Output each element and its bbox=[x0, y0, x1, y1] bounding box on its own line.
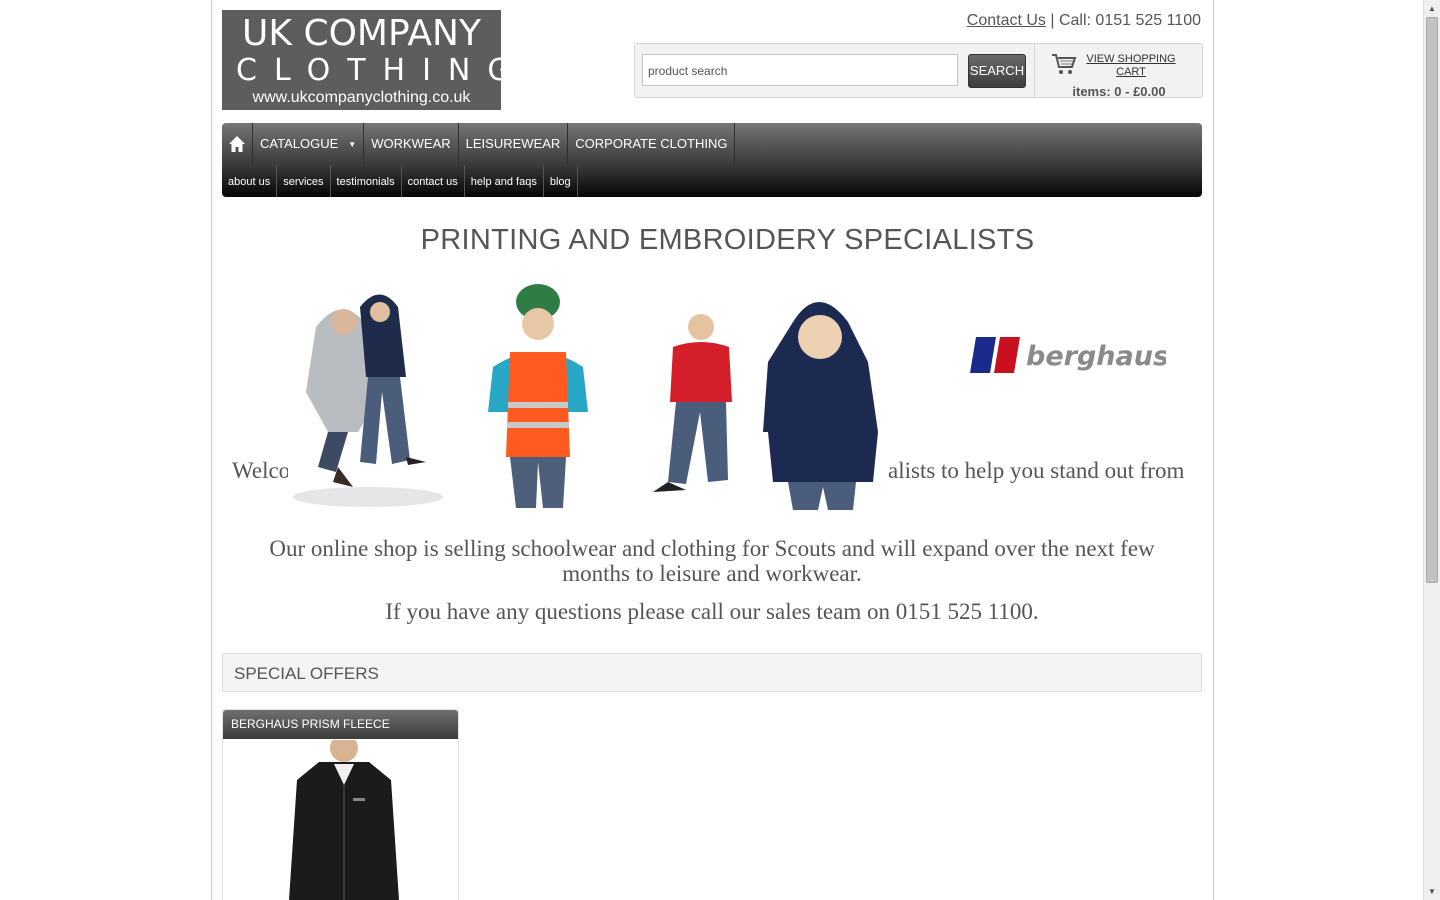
shopping-cart: VIEW SHOPPING CART items: 0 - £0.00 bbox=[1034, 44, 1203, 99]
product-title[interactable]: BERGHAUS PRISM FLEECE bbox=[223, 710, 458, 739]
nav-item-leisurewear[interactable]: LEISUREWEAR bbox=[459, 123, 569, 165]
welcome-text-right: alists to help you stand out from bbox=[888, 458, 1185, 483]
subnav-item-services[interactable]: services bbox=[277, 165, 331, 197]
search-button[interactable]: SEARCH bbox=[968, 54, 1026, 88]
berghaus-logo[interactable]: berghaus bbox=[966, 333, 1166, 377]
page-scrollbar[interactable]: ▲ ▼ bbox=[1423, 0, 1440, 900]
header-contact: Contact Us | Call: 0151 525 1100 bbox=[967, 12, 1201, 30]
scrollbar-thumb[interactable] bbox=[1426, 17, 1438, 583]
nav-item-catalogue[interactable]: CATALOGUE ▼ bbox=[253, 123, 365, 165]
welcome-text-left: Welco bbox=[232, 458, 291, 483]
sub-nav: about us services testimonials contact u… bbox=[222, 165, 1202, 197]
page-container: UK COMPANY CLOTHING www.ukcompanyclothin… bbox=[211, 0, 1214, 900]
search-input[interactable]: product search bbox=[642, 54, 958, 86]
logo-line-2: CLOTHING bbox=[236, 53, 501, 88]
special-offers-heading: SPECIAL OFFERS bbox=[222, 653, 1202, 692]
sales-paragraph: If you have any questions please call ou… bbox=[385, 599, 1039, 624]
subnav-item-contact-us[interactable]: contact us bbox=[402, 165, 465, 197]
site-logo[interactable]: UK COMPANY CLOTHING www.ukcompanyclothin… bbox=[222, 10, 501, 110]
cart-icon[interactable] bbox=[1051, 52, 1077, 76]
scroll-up-icon[interactable]: ▲ bbox=[1424, 0, 1440, 17]
subnav-item-about-us[interactable]: about us bbox=[222, 165, 278, 197]
special-offers-label: SPECIAL OFFERS bbox=[234, 664, 379, 683]
logo-line-1: UK COMPANY bbox=[242, 13, 481, 54]
intro-paragraph: Our online shop is selling schoolwear an… bbox=[269, 536, 1155, 586]
subnav-item-blog[interactable]: blog bbox=[544, 165, 578, 197]
scroll-down-icon[interactable]: ▼ bbox=[1424, 883, 1440, 900]
logo-url: www.ukcompanyclothing.co.uk bbox=[252, 89, 471, 106]
home-nav-item[interactable] bbox=[222, 123, 253, 165]
subnav-item-testimonials[interactable]: testimonials bbox=[331, 165, 402, 197]
contact-us-link[interactable]: Contact Us bbox=[967, 12, 1046, 29]
cart-items-count: items: 0 - £0.00 bbox=[1072, 84, 1166, 99]
clothing-banner-image bbox=[288, 282, 888, 510]
product-card[interactable]: BERGHAUS PRISM FLEECE bbox=[222, 709, 459, 900]
nav-item-workwear[interactable]: WORKWEAR bbox=[364, 123, 459, 165]
home-icon bbox=[229, 136, 245, 152]
berghaus-logo-text: berghaus bbox=[1026, 341, 1166, 372]
view-cart-link[interactable]: VIEW SHOPPING CART bbox=[1081, 53, 1181, 79]
nav-item-corporate-clothing[interactable]: CORPORATE CLOTHING bbox=[568, 123, 736, 165]
product-image-fleece[interactable] bbox=[279, 740, 409, 900]
call-text: | Call: 0151 525 1100 bbox=[1050, 12, 1201, 29]
page-headline: PRINTING AND EMBROIDERY SPECIALISTS bbox=[420, 224, 1035, 256]
subnav-item-help-faqs[interactable]: help and faqs bbox=[465, 165, 544, 197]
nav-item-label: CATALOGUE bbox=[260, 136, 339, 151]
dropdown-arrow-icon: ▼ bbox=[348, 139, 357, 149]
search-bar: product search SEARCH VIEW SHOPPING CART… bbox=[634, 43, 1203, 99]
main-nav: CATALOGUE ▼ WORKWEAR LEISUREWEAR CORPORAT… bbox=[222, 123, 1202, 165]
